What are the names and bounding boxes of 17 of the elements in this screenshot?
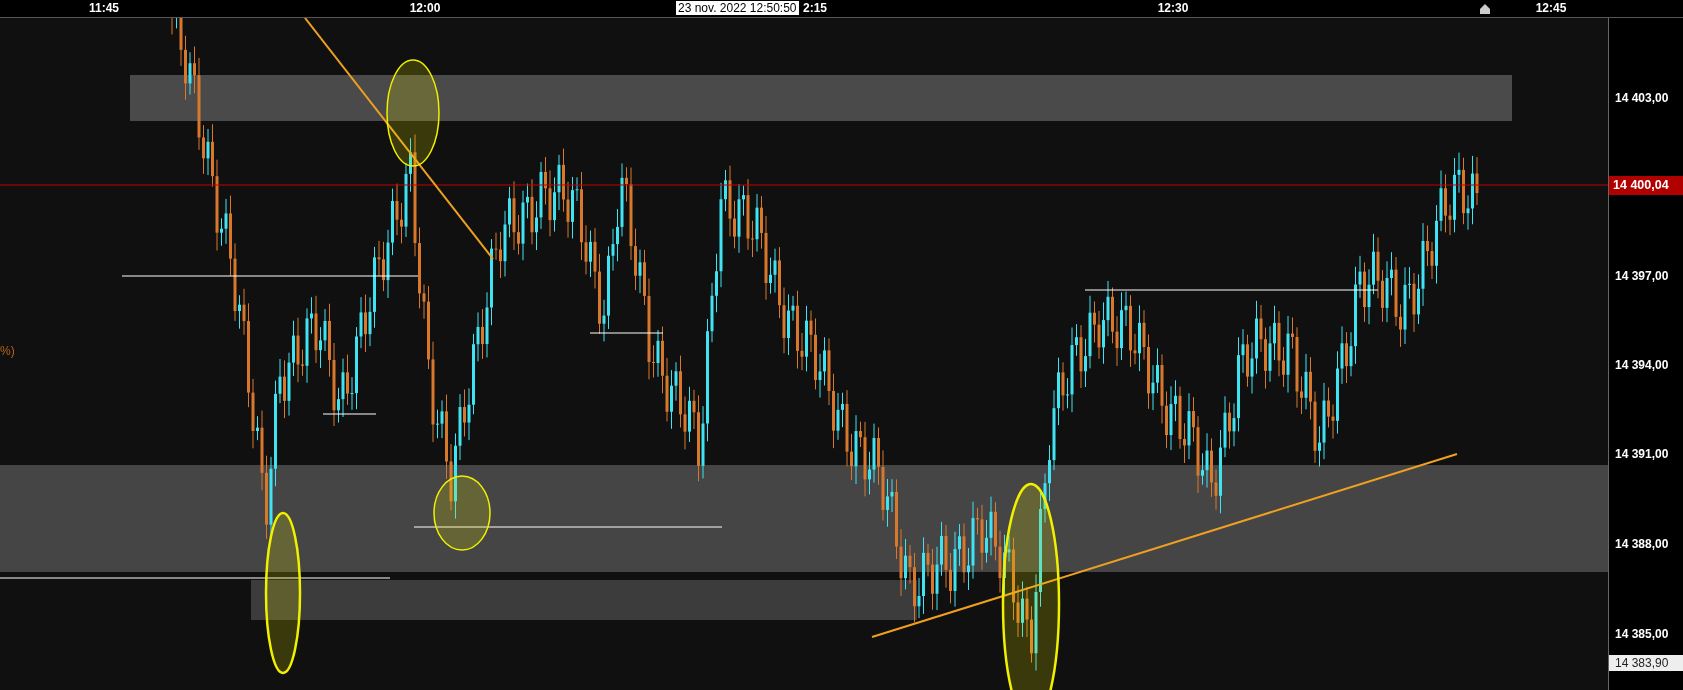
level-line [322, 413, 377, 415]
time-label: 12:45 [1535, 2, 1567, 15]
time-label: 12:30 [1157, 2, 1189, 15]
price-label: 14 388,00 [1615, 536, 1669, 553]
time-label: 12:00 [409, 2, 441, 15]
crosshair-time-label: 23 nov. 2022 12:50:50 [676, 1, 799, 15]
price-label: 14 394,00 [1615, 357, 1669, 374]
indicator-label: %) [0, 343, 15, 360]
current-price-tag: 14 400,04 [1609, 176, 1683, 195]
price-label: 14 397,00 [1615, 268, 1669, 285]
time-label: 11:45 [89, 2, 119, 15]
low-price-tag: 14 383,90 [1609, 655, 1683, 671]
scroll-marker-icon[interactable] [1479, 3, 1491, 15]
time-label: 2:15 [803, 2, 827, 15]
price-label: 14 391,00 [1615, 446, 1669, 463]
price-label: 14 403,00 [1615, 90, 1669, 107]
price-label: 14 385,00 [1615, 626, 1669, 643]
